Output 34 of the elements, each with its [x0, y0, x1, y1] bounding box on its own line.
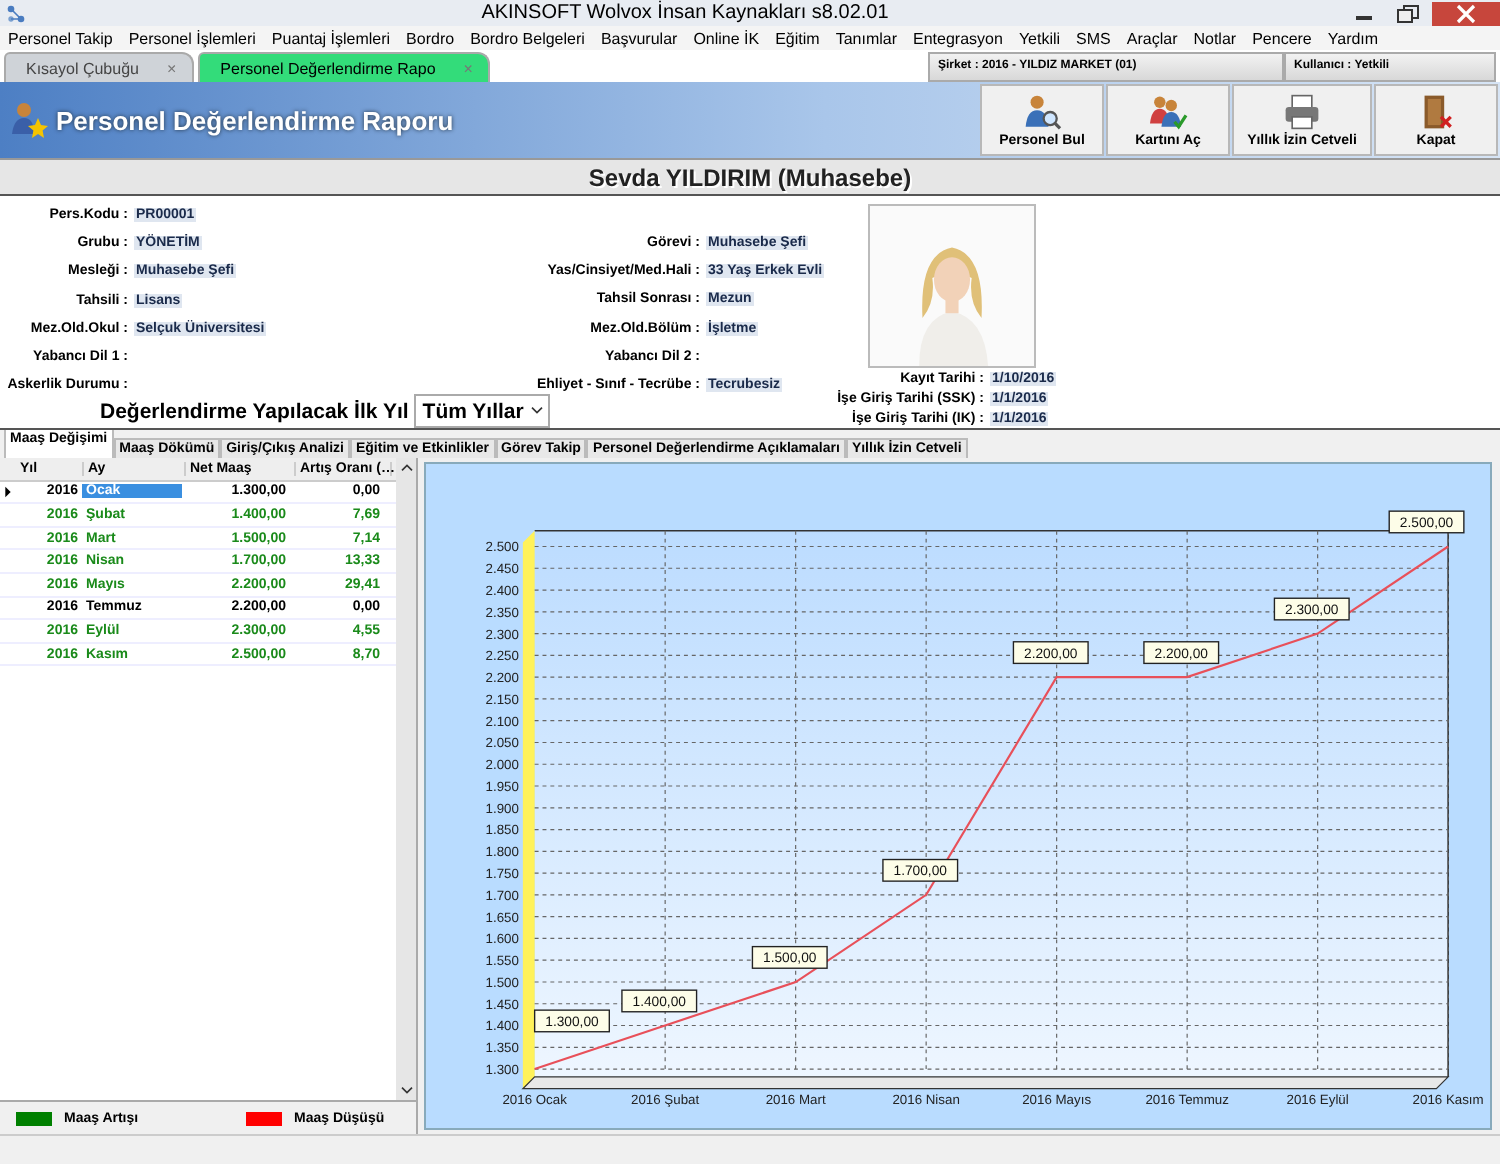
chevron-down-icon: [399, 1086, 413, 1096]
menu-item[interactable]: Pencere: [1252, 29, 1312, 47]
menu-item[interactable]: Puantaj İşlemleri: [271, 29, 391, 47]
menu-item[interactable]: Online İK: [693, 29, 760, 47]
person-name: Sevda YILDIRIM (Muhasebe): [588, 163, 912, 191]
printer-icon: [1282, 93, 1322, 129]
close-icon[interactable]: [1432, 1, 1500, 25]
menu-item[interactable]: Araçlar: [1126, 29, 1178, 47]
report-title: Personel Değerlendirme Raporu: [56, 105, 454, 135]
menu-item[interactable]: Bordro Belgeleri: [470, 29, 585, 47]
chevron-up-icon: [399, 462, 413, 472]
row-pointer-icon: [4, 485, 12, 498]
document-tab[interactable]: Kısayol Çubuğu ×: [4, 52, 195, 82]
menu-item[interactable]: Notlar: [1193, 29, 1237, 47]
field-label: Değerlendirme Yapılacak İlk Yıl: [100, 399, 409, 423]
window-title: AKINSOFT Wolvox İnsan Kaynakları s8.02.01: [479, 2, 891, 24]
person-star-icon: [8, 100, 48, 140]
menu-item[interactable]: Yardım: [1327, 29, 1379, 47]
year-dropdown[interactable]: Tüm Yıllar: [414, 394, 550, 428]
menu-item[interactable]: Başvurular: [600, 29, 678, 47]
menu-item[interactable]: Personel Takip: [8, 29, 113, 47]
people-search-icon: [1022, 93, 1062, 129]
menu-item[interactable]: SMS: [1076, 29, 1111, 47]
document-tab[interactable]: Personel Değerlendirme Rapo ×: [198, 52, 491, 82]
menu-item[interactable]: Tanımlar: [835, 29, 898, 47]
people-check-icon: [1148, 93, 1188, 129]
menu-item[interactable]: Bordro: [406, 29, 455, 47]
menu-item[interactable]: Yetkili: [1018, 29, 1061, 47]
menu-item[interactable]: Personel İşlemleri: [128, 29, 256, 47]
menu-item[interactable]: Entegrasyon: [913, 29, 1003, 47]
chevron-down-icon: [529, 406, 544, 416]
menu-item[interactable]: Eğitim: [775, 29, 820, 47]
scrollbar[interactable]: [396, 458, 416, 1100]
app-icon: [6, 3, 26, 23]
